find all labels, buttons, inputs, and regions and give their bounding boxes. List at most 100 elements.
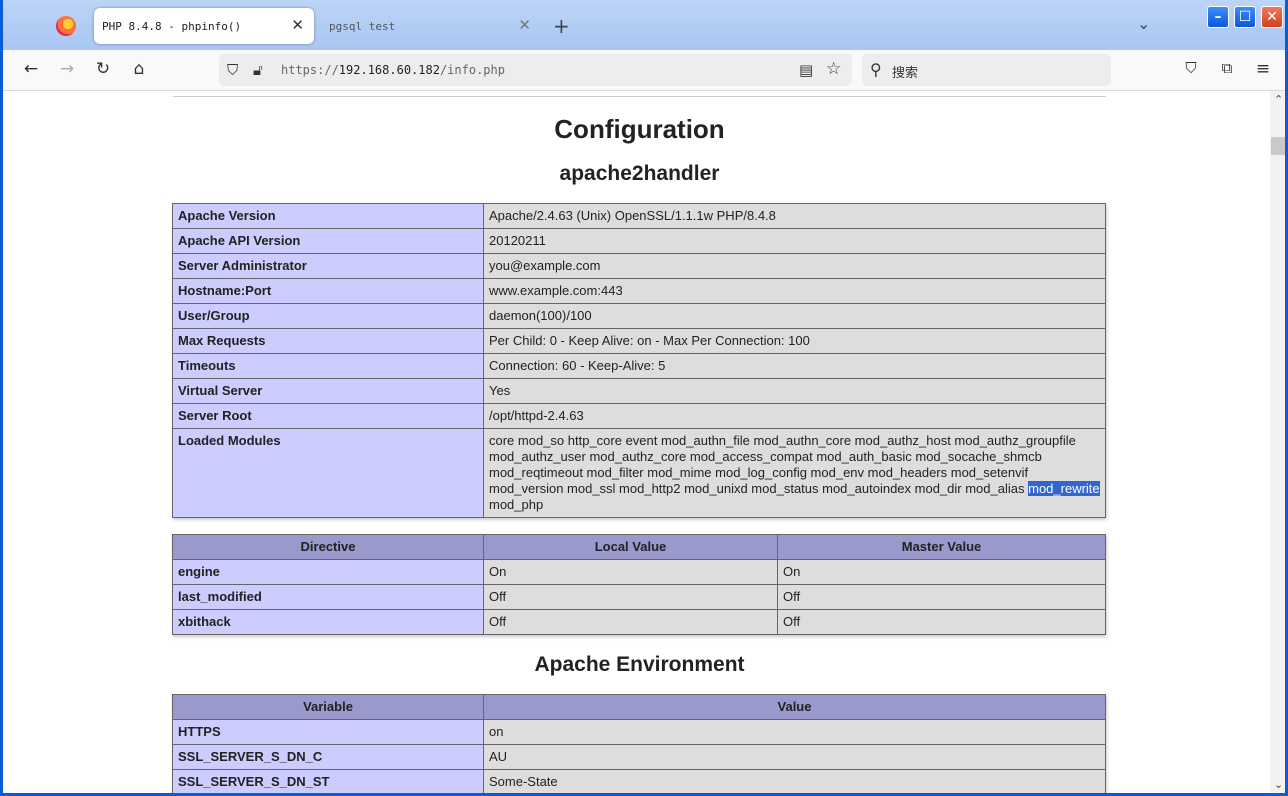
row-value: 20120211 xyxy=(483,228,1106,254)
directive-name: engine xyxy=(172,559,484,585)
section-title: apache2handler xyxy=(559,162,720,185)
row-key: Loaded Modules xyxy=(172,428,484,518)
reload-icon[interactable]: ↻ xyxy=(92,59,114,79)
chevron-down-icon[interactable]: ⌄ xyxy=(1137,14,1150,33)
reader-view-icon[interactable]: ▤ xyxy=(799,61,813,79)
bookmark-star-icon[interactable]: ☆ xyxy=(826,59,841,79)
vertical-scrollbar[interactable]: ⌃ ⌄ xyxy=(1270,91,1285,793)
lock-warning-icon[interactable]: 🔓︎ xyxy=(253,61,263,79)
table-row: Apache Version Apache/2.4.63 (Unix) OpenS… xyxy=(172,203,1106,229)
page-title: Configuration xyxy=(554,114,725,144)
row-key: HTTPS xyxy=(172,719,484,745)
search-icon: ⚲ xyxy=(870,60,882,79)
url-text[interactable]: https://192.168.60.182/info.php xyxy=(281,63,505,77)
table-row: Hostname:Port www.example.com:443 xyxy=(172,278,1106,304)
table-row: SSL_SERVER_S_DN_ST Some-State xyxy=(172,769,1106,793)
maximize-button[interactable]: ☐ xyxy=(1234,6,1256,28)
row-value: daemon(100)/100 xyxy=(483,303,1106,329)
page-content: Configuration apache2handler Apache Vers… xyxy=(3,91,1270,793)
url-scheme: https:// xyxy=(281,63,339,77)
forward-arrow-icon[interactable]: → xyxy=(56,59,78,79)
local-value: Off xyxy=(483,584,778,610)
search-placeholder: 搜索 xyxy=(892,66,919,81)
firefox-icon[interactable] xyxy=(56,16,76,36)
row-value: Per Child: 0 - Keep Alive: on - Max Per … xyxy=(483,328,1106,354)
tab-label: PHP 8.4.8 - phpinfo() xyxy=(102,20,242,33)
divider xyxy=(173,96,1106,97)
home-icon[interactable]: ⌂ xyxy=(128,59,150,79)
modules-line: mod_version mod_ssl mod_http2 mod_unixd … xyxy=(489,481,1025,496)
shield-icon[interactable]: ⛉ xyxy=(227,61,238,79)
directive-name: last_modified xyxy=(172,584,484,610)
table-row: User/Group daemon(100)/100 xyxy=(172,303,1106,329)
scroll-up-icon[interactable]: ⌃ xyxy=(1274,93,1283,106)
table-row: Max Requests Per Child: 0 - Keep Alive: o… xyxy=(172,328,1106,354)
row-key: SSL_SERVER_S_DN_ST xyxy=(172,769,484,793)
menu-icon[interactable]: ≡ xyxy=(1252,59,1274,79)
column-header: Local Value xyxy=(483,534,778,560)
tab-phpinfo[interactable]: PHP 8.4.8 - phpinfo() ✕ xyxy=(94,8,314,44)
table-row: engine On On xyxy=(172,559,1106,585)
table-header-row: Directive Local Value Master Value xyxy=(172,534,1106,560)
row-key: Timeouts xyxy=(172,353,484,379)
local-value: Off xyxy=(483,609,778,635)
row-key: User/Group xyxy=(172,303,484,329)
row-value: Some-State xyxy=(483,769,1106,793)
row-key: Virtual Server xyxy=(172,378,484,404)
local-value: On xyxy=(483,559,778,585)
table-row: SSL_SERVER_S_DN_C AU xyxy=(172,744,1106,770)
tab-bar: PHP 8.4.8 - phpinfo() ✕ pgsql test ✕ + ⌄… xyxy=(3,0,1285,50)
row-value: you@example.com xyxy=(483,253,1106,279)
table-row: Apache API Version 20120211 xyxy=(172,228,1106,254)
apache-info-table: Apache Version Apache/2.4.63 (Unix) OpenS… xyxy=(172,203,1106,518)
close-icon[interactable]: ✕ xyxy=(518,16,531,34)
row-value: Apache/2.4.63 (Unix) OpenSSL/1.1.1w PHP/… xyxy=(483,203,1106,229)
directive-name: xbithack xyxy=(172,609,484,635)
selected-text[interactable]: mod_rewrite xyxy=(1028,481,1100,496)
directive-table: Directive Local Value Master Value engin… xyxy=(172,534,1106,635)
row-value: Yes xyxy=(483,378,1106,404)
table-row: HTTPS on xyxy=(172,719,1106,745)
table-row: Server Administrator you@example.com xyxy=(172,253,1106,279)
scroll-down-icon[interactable]: ⌄ xyxy=(1274,778,1283,791)
table-header-row: Variable Value xyxy=(172,694,1106,720)
minimize-button[interactable]: – xyxy=(1207,6,1229,28)
table-row: xbithack Off Off xyxy=(172,609,1106,635)
tab-pgsql-test[interactable]: pgsql test ✕ xyxy=(321,8,541,44)
row-key: Max Requests xyxy=(172,328,484,354)
table-row: last_modified Off Off xyxy=(172,584,1106,610)
section-title: Apache Environment xyxy=(534,653,745,676)
back-arrow-icon[interactable]: ← xyxy=(20,59,42,79)
scrollbar-thumb[interactable] xyxy=(1271,137,1285,155)
table-row: Timeouts Connection: 60 - Keep-Alive: 5 xyxy=(172,353,1106,379)
search-input[interactable]: ⚲ 搜索 xyxy=(862,54,1111,86)
row-key: Hostname:Port xyxy=(172,278,484,304)
browser-window: PHP 8.4.8 - phpinfo() ✕ pgsql test ✕ + ⌄… xyxy=(0,0,1288,796)
new-tab-button[interactable]: + xyxy=(553,14,570,38)
column-header: Master Value xyxy=(777,534,1106,560)
tab-label: pgsql test xyxy=(329,20,396,33)
extensions-icon[interactable]: ⧉ xyxy=(1216,59,1238,77)
modules-line: core mod_so http_core event mod_authn_fi… xyxy=(489,433,1076,448)
column-header: Variable xyxy=(172,694,484,720)
row-key: Apache Version xyxy=(172,203,484,229)
master-value: On xyxy=(777,559,1106,585)
url-bar[interactable]: ⛉ 🔓︎ https://192.168.60.182/info.php ▤ ☆ xyxy=(219,54,852,86)
table-row: Virtual Server Yes xyxy=(172,378,1106,404)
table-row: Server Root/opt/httpd-2.4.63 xyxy=(172,403,1106,429)
row-value: www.example.com:443 xyxy=(483,278,1106,304)
loaded-modules-value: core mod_so http_core event mod_authn_fi… xyxy=(483,428,1106,518)
master-value: Off xyxy=(777,609,1106,635)
url-path: /info.php xyxy=(439,63,505,77)
close-window-button[interactable]: ✕ xyxy=(1261,6,1283,28)
master-value: Off xyxy=(777,584,1106,610)
modules-line: mod_php xyxy=(489,497,544,512)
environment-table: Variable Value HTTPS on SSL_SERVER_S_DN_C A… xyxy=(172,694,1106,793)
row-key: Apache API Version xyxy=(172,228,484,254)
pocket-icon[interactable]: ⛉ xyxy=(1180,59,1202,77)
row-value: on xyxy=(483,719,1106,745)
modules-line: mod_reqtimeout mod_filter mod_mime mod_l… xyxy=(489,465,1029,480)
close-icon[interactable]: ✕ xyxy=(291,16,304,34)
row-key: SSL_SERVER_S_DN_C xyxy=(172,744,484,770)
column-header: Directive xyxy=(172,534,484,560)
